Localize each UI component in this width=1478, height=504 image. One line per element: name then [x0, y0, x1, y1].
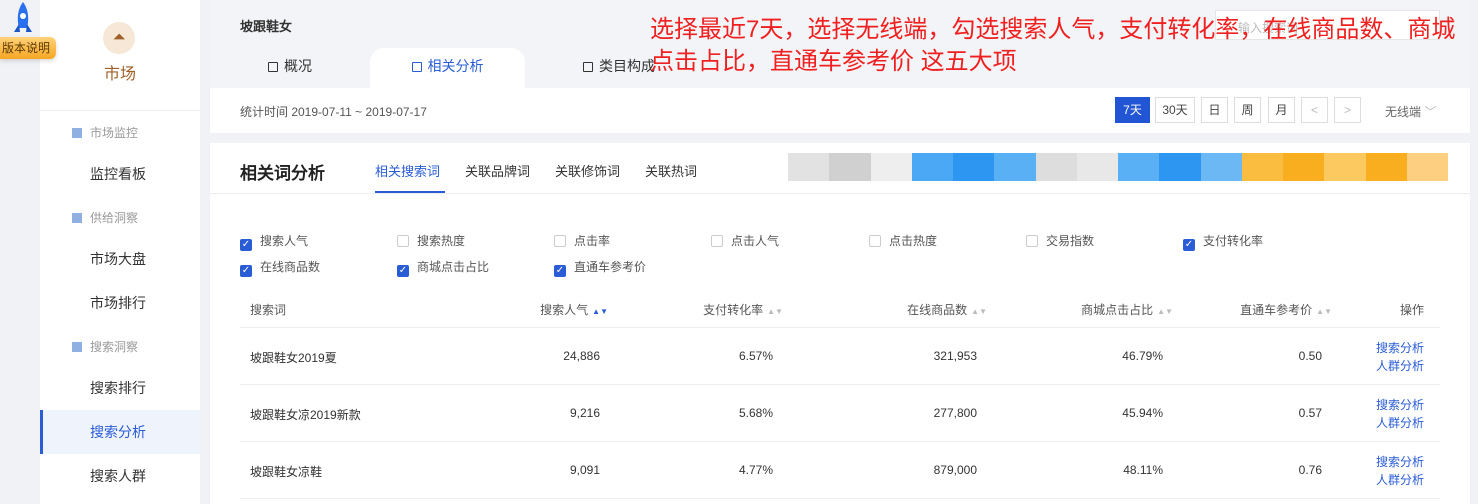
checkbox-icon	[554, 235, 566, 247]
rocket-icon[interactable]	[12, 2, 34, 36]
checkbox-icon	[711, 235, 723, 247]
bag-icon	[583, 62, 593, 72]
subtab-brand[interactable]: 关联品牌词	[465, 161, 530, 180]
period-30d-button[interactable]: 30天	[1155, 97, 1195, 123]
checkbox-icon	[1026, 235, 1038, 247]
checkbox-icon: ✓	[240, 265, 252, 277]
group-supply: 供给洞察	[72, 209, 138, 226]
cell-conv: 5.68%	[738, 406, 773, 420]
period-week-button[interactable]: 周	[1234, 97, 1261, 123]
bag-icon	[411, 62, 422, 72]
search-analysis-link[interactable]: 搜索分析	[1376, 453, 1424, 471]
sort-icon: ▲▼	[1157, 307, 1173, 316]
tab-overview[interactable]: 概况	[268, 48, 312, 88]
related-words-panel: 相关词分析 相关搜索词 关联品牌词 关联修饰词 关联热词 ✓ 搜索人气 搜索热度 点击…	[210, 143, 1470, 504]
metric-checkbox[interactable]: 搜索热度	[397, 232, 465, 249]
col-header-ztc[interactable]: 直通车参考价 ▲▼	[1240, 301, 1332, 318]
sort-icon: ▲▼	[767, 307, 783, 316]
col-header-mall[interactable]: 商城点击占比 ▲▼	[1081, 301, 1173, 318]
cell-pop: 9,216	[569, 406, 600, 420]
group-market-monitor: 市场监控	[72, 124, 138, 141]
tab-related-analysis[interactable]: 相关分析	[370, 48, 525, 88]
annotation-text: 选择最近7天，选择无线端，勾选搜索人气，支付转化率，在线商品数、商城点击占比，直…	[650, 16, 1456, 75]
search-analysis-link[interactable]: 搜索分析	[1376, 396, 1424, 414]
cell-goods: 321,953	[933, 349, 977, 363]
col-header-action: 操作	[1399, 303, 1424, 317]
sort-icon: ▲▼	[971, 307, 987, 316]
col-header-pop[interactable]: 搜索人气 ▲▼	[540, 301, 608, 318]
page-title: 坡跟鞋女	[240, 19, 293, 34]
sidebar-item-monitor-board[interactable]: 监控看板	[40, 152, 200, 196]
cell-mall: 45.94%	[1122, 406, 1163, 420]
period-7d-button[interactable]: 7天	[1115, 97, 1150, 123]
left-strip	[0, 0, 40, 504]
metric-checkbox[interactable]: ✓ 在线商品数	[240, 258, 320, 277]
metric-checkbox[interactable]: 点击热度	[869, 232, 937, 249]
col-header-conv[interactable]: 支付转化率 ▲▼	[703, 301, 783, 318]
sidebar-item-search-crowd[interactable]: 搜索人群	[40, 454, 200, 498]
metric-checkbox[interactable]: 点击人气	[711, 232, 779, 249]
cell-ztc: 0.57	[1298, 406, 1322, 420]
metric-checkbox[interactable]: ✓ 搜索人气	[240, 232, 308, 251]
next-button[interactable]: >	[1334, 97, 1361, 123]
prev-button[interactable]: <	[1301, 97, 1328, 123]
cell-word: 坡跟鞋女2019夏	[250, 351, 337, 365]
stat-time: 统计时间 2019-07-11 ~ 2019-07-17	[240, 105, 427, 119]
sidebar-item-market-rank[interactable]: 市场排行	[40, 281, 200, 325]
group-search: 搜索洞察	[72, 338, 138, 355]
subtab-modifier[interactable]: 关联修饰词	[555, 161, 620, 180]
col-header-word: 搜索词	[250, 303, 287, 317]
device-select[interactable]: 无线端 ﹀	[1385, 103, 1436, 120]
checkbox-icon: ✓	[1183, 239, 1195, 251]
cell-pop: 24,886	[563, 349, 600, 363]
sidebar-item-market-overview[interactable]: 市场大盘	[40, 237, 200, 281]
checkbox-icon	[869, 235, 881, 247]
group-icon	[72, 342, 82, 352]
cell-word: 坡跟鞋女凉鞋	[250, 465, 323, 479]
subtab-hot[interactable]: 关联热词	[645, 161, 697, 180]
cell-goods: 277,800	[933, 406, 977, 420]
metric-checkbox[interactable]: ✓ 直通车参考价	[554, 258, 646, 277]
group-icon	[72, 213, 82, 223]
bag-icon	[268, 62, 278, 72]
metric-checkbox[interactable]: ✓ 商城点击占比	[397, 258, 489, 277]
cell-word: 坡跟鞋女凉2019新款	[250, 408, 361, 422]
period-day-button[interactable]: 日	[1201, 97, 1228, 123]
subtab-related-search[interactable]: 相关搜索词	[375, 161, 440, 180]
panel-title: 相关词分析	[240, 164, 325, 183]
version-notes-badge[interactable]: 版本说明	[0, 37, 56, 59]
cell-mall: 46.79%	[1122, 349, 1163, 363]
sort-icon: ▲▼	[1316, 307, 1332, 316]
market-label: 市场	[103, 66, 136, 83]
tab-category[interactable]: 类目构成	[583, 48, 655, 88]
chevron-down-icon: ﹀	[1424, 105, 1437, 119]
col-header-goods[interactable]: 在线商品数 ▲▼	[907, 301, 987, 318]
cell-mall: 48.11%	[1123, 463, 1163, 477]
metric-checkbox[interactable]: ✓ 支付转化率	[1183, 232, 1263, 251]
crowd-analysis-link[interactable]: 人群分析	[1376, 357, 1424, 375]
group-icon	[72, 128, 82, 138]
cell-conv: 6.57%	[738, 349, 773, 363]
checkbox-icon: ✓	[240, 239, 252, 251]
search-analysis-link[interactable]: 搜索分析	[1376, 339, 1424, 357]
market-chart-icon: ⏶	[103, 22, 135, 54]
sidebar-item-search-analysis[interactable]: 搜索分析	[40, 410, 200, 454]
cell-goods: 879,000	[933, 463, 977, 477]
cell-ztc: 0.76	[1298, 463, 1322, 477]
crowd-analysis-link[interactable]: 人群分析	[1376, 414, 1424, 432]
sort-icon: ▲▼	[592, 307, 608, 316]
checkbox-icon	[397, 235, 409, 247]
crowd-analysis-link[interactable]: 人群分析	[1376, 471, 1424, 489]
checkbox-icon: ✓	[554, 265, 566, 277]
metric-checkbox[interactable]: 交易指数	[1026, 232, 1094, 249]
cell-pop: 9,091	[569, 463, 600, 477]
sidebar-item-search-rank[interactable]: 搜索排行	[40, 366, 200, 410]
period-month-button[interactable]: 月	[1268, 97, 1295, 123]
cell-conv: 4.77%	[738, 463, 773, 477]
cell-ztc: 0.50	[1298, 349, 1322, 363]
sidebar: ⏶ 市场 市场监控 监控看板 供给洞察 市场大盘 市场排行 搜索洞察 搜索排行 …	[40, 0, 200, 504]
metric-checkbox[interactable]: 点击率	[554, 232, 610, 249]
blurred-region	[788, 153, 1448, 181]
checkbox-icon: ✓	[397, 265, 409, 277]
